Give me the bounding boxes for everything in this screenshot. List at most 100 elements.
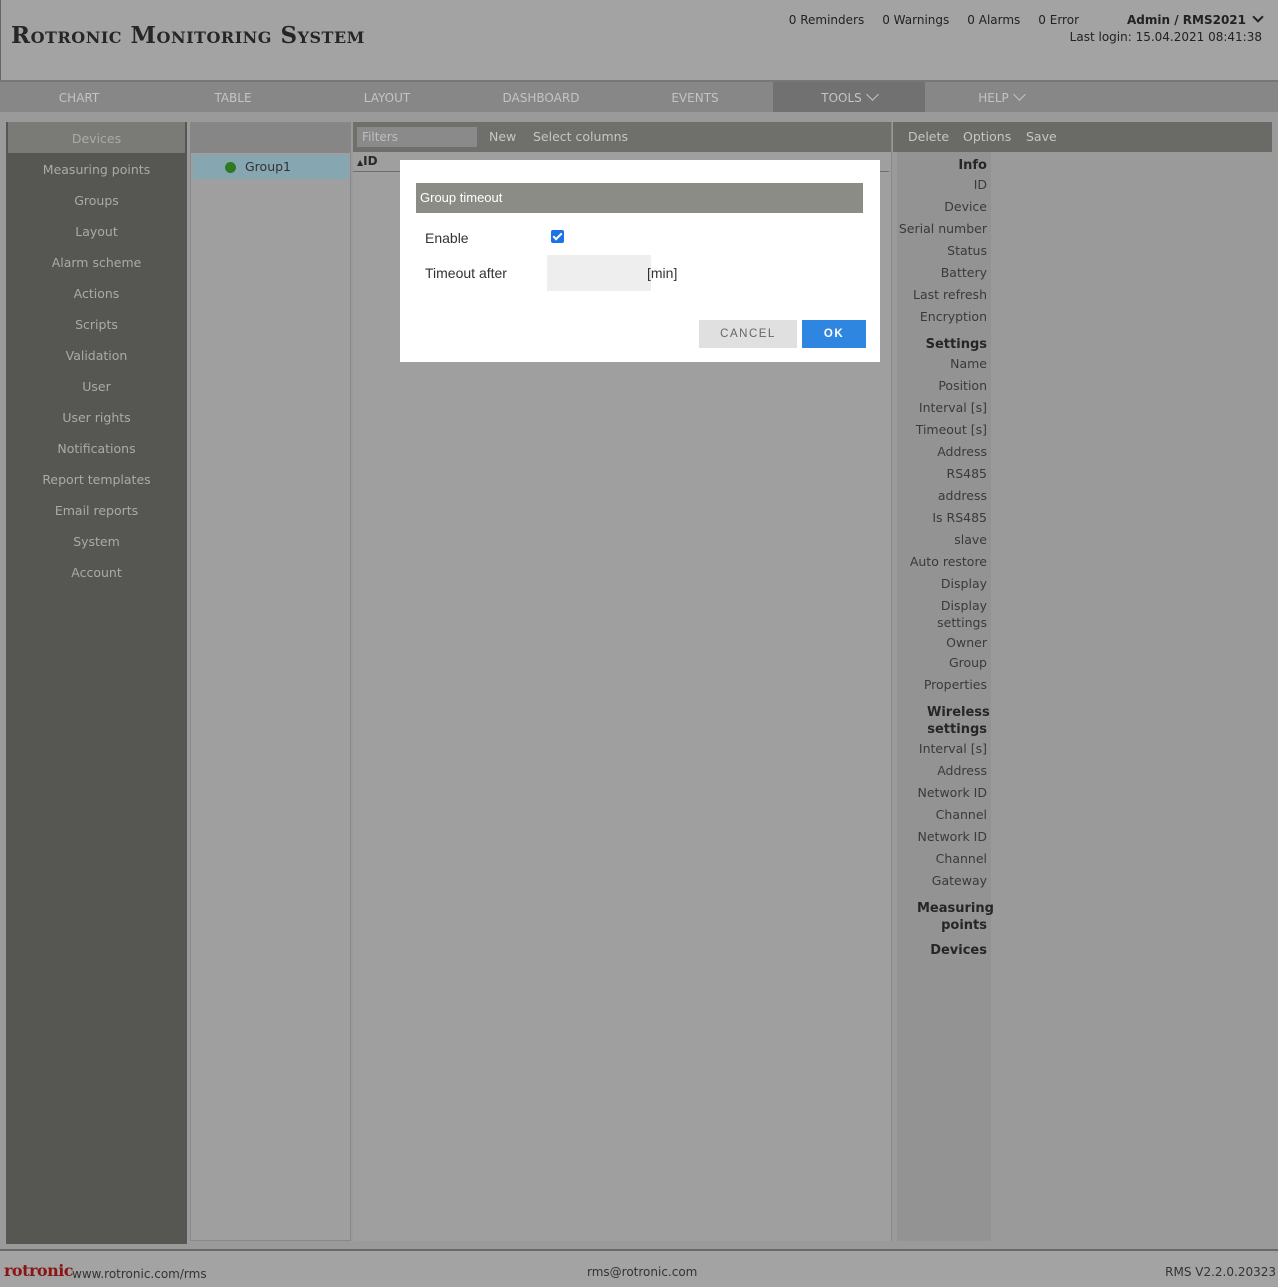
section-devices: Devices [930, 943, 987, 958]
reminders-counter[interactable]: 0 Reminders [789, 13, 864, 27]
prop-name: Name [950, 356, 987, 371]
user-name[interactable]: Admin / RMS2021 [1127, 13, 1246, 27]
sidebar-item-email-reports[interactable]: Email reports [6, 494, 187, 525]
group-list: Group1 [190, 122, 351, 1241]
sidebar-item-layout[interactable]: Layout [6, 215, 187, 246]
rotronic-logo: rotronic [4, 1261, 74, 1280]
ok-button[interactable]: OK [802, 320, 866, 348]
tab-table[interactable]: TABLE [157, 82, 309, 112]
timeout-label: Timeout after [425, 265, 507, 281]
group-list-header [191, 123, 350, 153]
filters-input[interactable]: Filters [357, 127, 477, 147]
tab-tools-label: TOOLS [821, 91, 862, 105]
prop-owner: Owner [946, 635, 987, 650]
sidebar-item-devices[interactable]: Devices [8, 122, 185, 153]
user-menu[interactable]: Admin / RMS2021 Last login: 15.04.2021 0… [1069, 11, 1264, 44]
tab-chart[interactable]: CHART [3, 82, 155, 112]
chevron-down-icon[interactable] [1252, 11, 1264, 23]
tab-layout[interactable]: LAYOUT [311, 82, 463, 112]
sidebar-item-scripts[interactable]: Scripts [6, 308, 187, 339]
properties-panel: Info ID Device Serial number Status Batt… [897, 152, 994, 1241]
select-columns-button[interactable]: Select columns [533, 122, 628, 152]
last-login: Last login: 15.04.2021 08:41:38 [1069, 30, 1262, 44]
prop-gateway: Gateway [931, 873, 987, 888]
enable-checkbox[interactable] [551, 230, 564, 243]
prop-id: ID [973, 177, 987, 192]
chevron-down-icon [1012, 88, 1026, 101]
timeout-input[interactable] [547, 255, 651, 291]
prop-position: Position [938, 378, 987, 393]
list-item[interactable]: Group1 [193, 155, 349, 179]
prop-network-id-2: Network ID [917, 829, 987, 844]
tab-help-label: HELP [978, 91, 1009, 105]
tab-dashboard[interactable]: DASHBOARD [465, 82, 617, 112]
prop-channel-2: Channel [935, 851, 987, 866]
status-counters: 0 Reminders 0 Warnings 0 Alarms 0 Error [789, 13, 1079, 27]
footer: rotronic www.rotronic.com/rms rms@rotron… [0, 1249, 1278, 1287]
new-button[interactable]: New [489, 122, 516, 152]
prop-address: Address [937, 444, 987, 459]
warnings-counter[interactable]: 0 Warnings [882, 13, 949, 27]
delete-button[interactable]: Delete [908, 122, 949, 152]
section-measuring-points: Measuring points [917, 901, 994, 933]
prop-status: Status [947, 243, 987, 258]
sidebar-item-validation[interactable]: Validation [6, 339, 187, 370]
prop-network-id: Network ID [917, 785, 987, 800]
prop-interval: Interval [s] [918, 400, 987, 415]
prop-timeout: Timeout [s] [915, 422, 987, 437]
sidebar: Devices Measuring points Groups Layout A… [6, 122, 187, 1244]
sidebar-item-measuring-points[interactable]: Measuring points [6, 153, 187, 184]
sidebar-item-report-templates[interactable]: Report templates [6, 463, 187, 494]
sidebar-item-user[interactable]: User [6, 370, 187, 401]
options-button[interactable]: Options [963, 122, 1011, 152]
prop-display: Display [940, 576, 987, 591]
table-toolbar: Filters New Select columns [353, 122, 891, 152]
column-header-id-label: ID [363, 154, 378, 168]
section-info: Info [958, 158, 987, 173]
chevron-down-icon [865, 88, 879, 101]
prop-properties: Properties [923, 677, 987, 692]
cancel-button[interactable]: CANCEL [699, 320, 797, 348]
sidebar-item-groups[interactable]: Groups [6, 184, 187, 215]
column-header-id[interactable]: ▲ID [357, 154, 378, 168]
prop-wireless-interval: Interval [s] [918, 741, 987, 756]
prop-battery: Battery [940, 265, 987, 280]
prop-rs485-address: RS485 address [937, 466, 987, 503]
prop-is-rs485-slave: Is RS485 slave [932, 510, 987, 547]
tab-events[interactable]: EVENTS [619, 82, 771, 112]
prop-wireless-address: Address [937, 763, 987, 778]
enable-label: Enable [425, 230, 469, 246]
section-settings: Settings [925, 337, 987, 352]
sidebar-item-notifications[interactable]: Notifications [6, 432, 187, 463]
main-nav: CHART TABLE LAYOUT DASHBOARD EVENTS TOOL… [0, 80, 1278, 112]
save-button[interactable]: Save [1026, 122, 1057, 152]
prop-serial-number: Serial number [898, 221, 987, 236]
prop-last-refresh: Last refresh [913, 287, 987, 302]
prop-display-settings: Display settings [937, 598, 987, 630]
footer-url[interactable]: www.rotronic.com/rms [72, 1267, 207, 1281]
section-wireless-settings: Wireless settings [927, 705, 990, 737]
prop-encryption: Encryption [919, 309, 987, 324]
prop-auto-restore: Auto restore [909, 554, 987, 569]
group-timeout-dialog: Group timeout Enable Timeout after [min]… [400, 160, 880, 362]
sidebar-item-user-rights[interactable]: User rights [6, 401, 187, 432]
prop-channel: Channel [935, 807, 987, 822]
details-toolbar: Delete Options Save [893, 122, 1272, 152]
group-name: Group1 [245, 159, 292, 174]
sidebar-item-system[interactable]: System [6, 525, 187, 556]
sidebar-item-actions[interactable]: Actions [6, 277, 187, 308]
app-title: Rotronic Monitoring System [11, 22, 365, 49]
prop-group: Group [948, 655, 987, 670]
sidebar-item-alarm-scheme[interactable]: Alarm scheme [6, 246, 187, 277]
alarms-counter[interactable]: 0 Alarms [967, 13, 1020, 27]
sidebar-item-account[interactable]: Account [6, 556, 187, 587]
status-dot-icon [225, 162, 236, 173]
prop-device: Device [944, 199, 987, 214]
footer-email[interactable]: rms@rotronic.com [587, 1265, 697, 1279]
header: Rotronic Monitoring System 0 Reminders 0… [0, 0, 1278, 80]
dialog-title: Group timeout [416, 183, 863, 213]
timeout-unit: [min] [647, 265, 678, 281]
tab-help[interactable]: HELP [925, 82, 1077, 112]
footer-version: RMS V2.2.0.20323 [1165, 1265, 1276, 1279]
tab-tools[interactable]: TOOLS [773, 82, 925, 112]
